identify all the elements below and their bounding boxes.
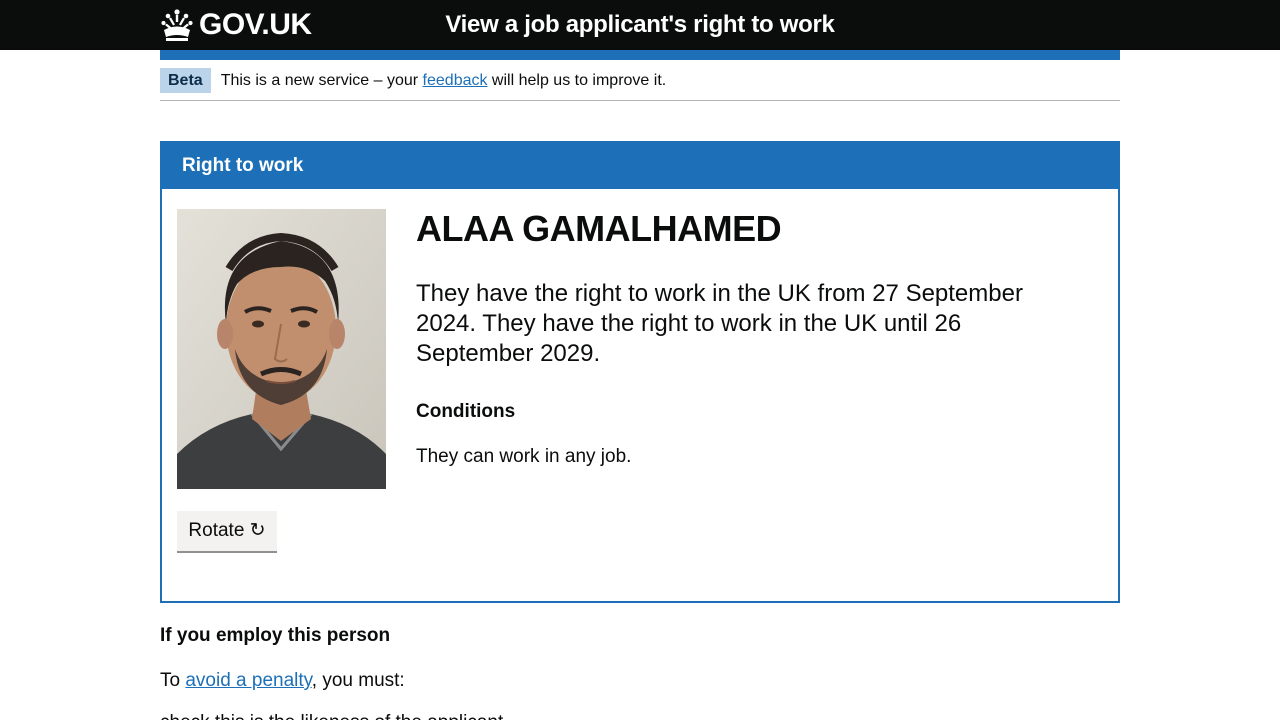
- rotate-button[interactable]: Rotate ↻: [177, 511, 277, 551]
- right-to-work-statement: They have the right to work in the UK fr…: [416, 280, 1023, 367]
- conditions-heading: Conditions: [416, 401, 516, 422]
- panel-title: Right to work: [162, 143, 1118, 189]
- applicant-name: ALAA GAMALHAMED: [416, 208, 782, 249]
- beta-tag: Beta: [160, 68, 211, 93]
- employ-text-before: To: [160, 670, 186, 691]
- employ-heading: If you employ this person: [160, 625, 391, 646]
- avoid-penalty-link[interactable]: avoid a penalty: [185, 670, 311, 691]
- right-to-work-panel: Right to work Rotate ↻ ALAA GAMALHAMED T…: [160, 141, 1120, 603]
- applicant-photo: [177, 209, 386, 489]
- service-name[interactable]: View a job applicant's right to work: [0, 9, 1280, 41]
- applicant-photo-image: [177, 209, 386, 489]
- cut-off-text: check this is the likeness of the applic…: [160, 712, 503, 720]
- phase-banner-text: This is a new service – your feedback wi…: [221, 68, 667, 93]
- phase-text-before: This is a new service – your: [220, 72, 423, 89]
- phase-text-after: will help us to improve it.: [487, 72, 667, 89]
- employ-instructions: To avoid a penalty, you must:: [160, 668, 405, 693]
- employ-text-after: , you must:: [311, 670, 405, 691]
- header-blue-bar: [160, 50, 1120, 60]
- phase-banner: Beta This is a new service – your feedba…: [160, 68, 1120, 101]
- conditions-text: They can work in any job.: [416, 446, 632, 467]
- feedback-link[interactable]: feedback: [423, 72, 488, 89]
- govuk-header: GOV.UK View a job applicant's right to w…: [0, 0, 1280, 50]
- cut-off-list-item: check this is the likeness of the applic…: [160, 710, 780, 720]
